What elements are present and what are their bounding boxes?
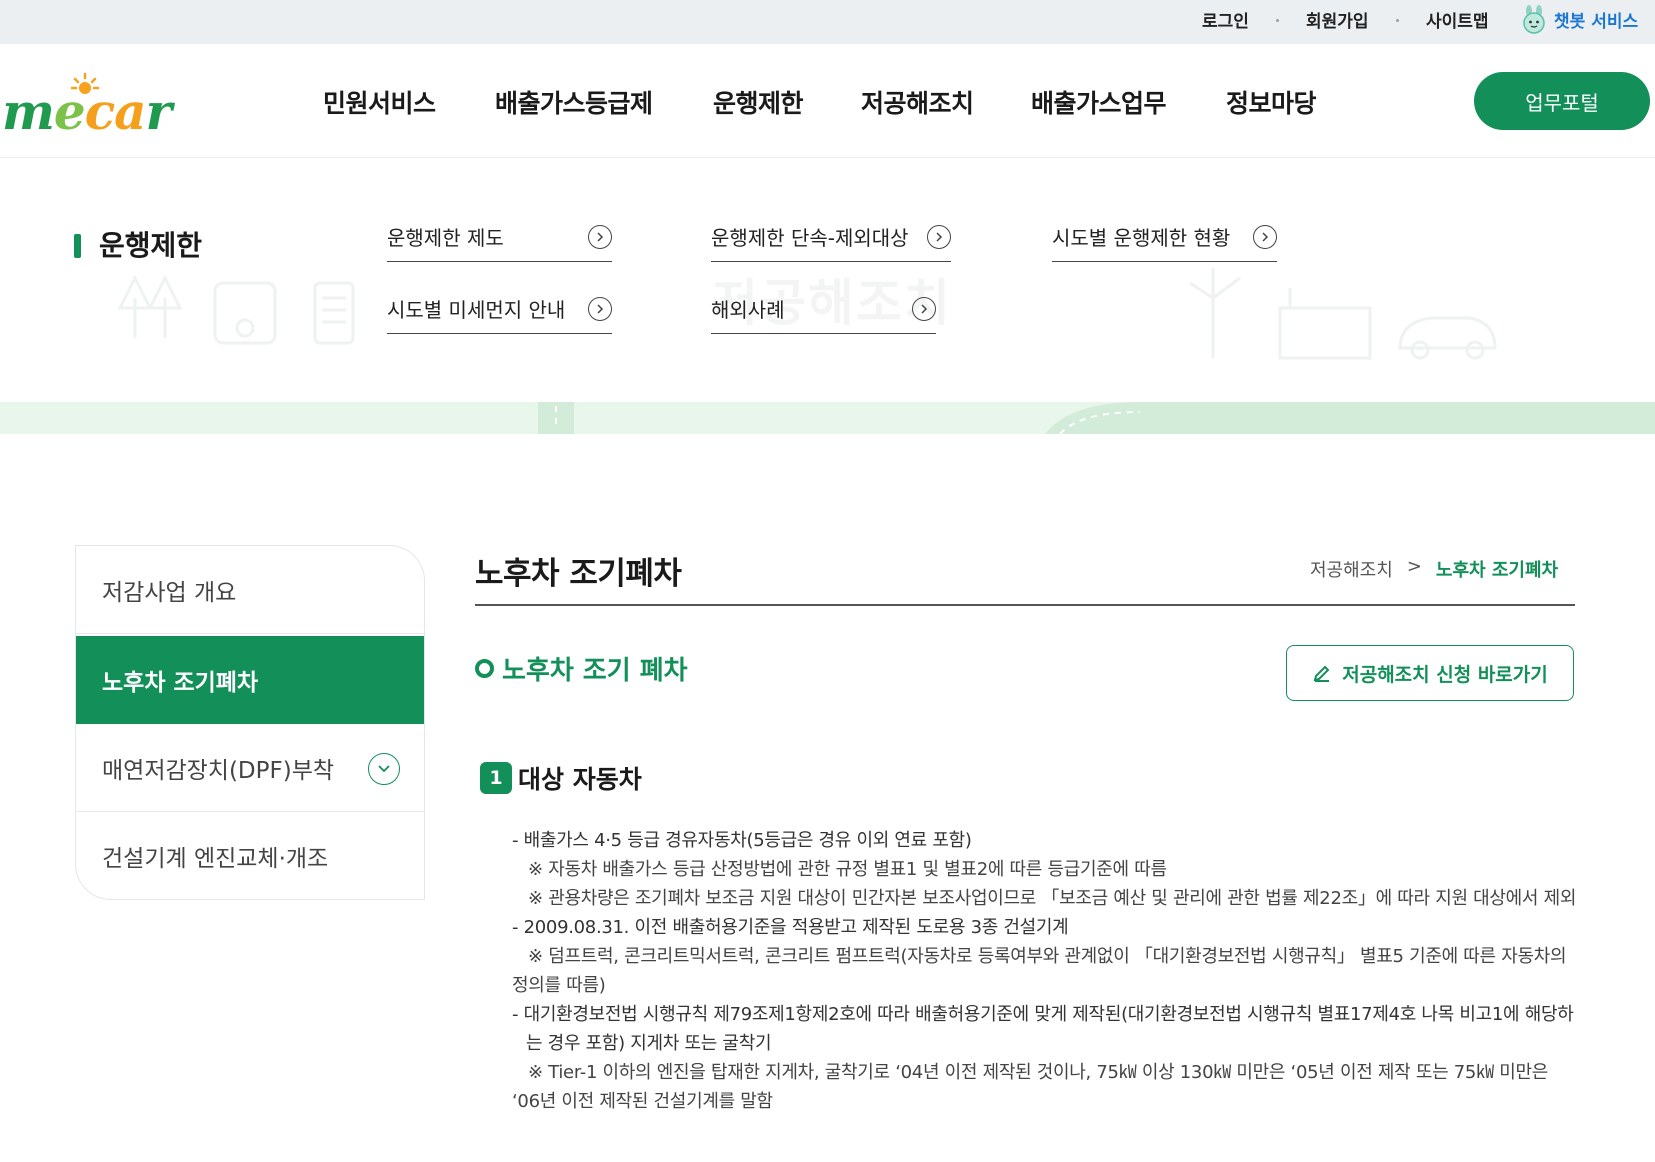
breadcrumb: 저공해조치 > 노후차 조기폐차 [1310, 556, 1558, 582]
mega-link-label: 시도별 운행제한 현황 [1052, 226, 1231, 250]
chevron-right-icon [927, 224, 951, 249]
nav-emission-grade[interactable]: 배출가스등급제 [495, 84, 653, 120]
login-link[interactable]: 로그인 [1202, 7, 1249, 32]
section-title: 노후차 조기 폐차 [502, 656, 688, 686]
nav-info[interactable]: 정보마당 [1226, 84, 1317, 120]
logo-wordmark: mecar [2, 82, 172, 141]
utility-bar: 로그인 회원가입 사이트맵 챗봇 서비스 [0, 0, 1655, 44]
mega-link-enforcement-exemption[interactable]: 운행제한 단속-제외대상 [711, 212, 951, 262]
mega-link-label: 운행제한 단속-제외대상 [711, 226, 909, 250]
target-vehicle-description: - 배출가스 4·5 등급 경유자동차(5등급은 경유 이외 연료 포함) ※ … [512, 826, 1580, 1116]
side-item-engine-replacement[interactable]: 건설기계 엔진교체·개조 [76, 812, 424, 899]
chevron-down-icon[interactable] [368, 753, 400, 785]
chatbot-label: 챗봇 서비스 [1554, 11, 1639, 32]
section-heading: 노후차 조기 폐차 [475, 650, 688, 687]
pencil-icon [1313, 665, 1330, 682]
main-header: mecar 민원서비스 배출가스등급제 운행제한 저공해조치 배출가스업무 정보… [0, 44, 1655, 158]
mega-link-restriction-system[interactable]: 운행제한 제도 [387, 212, 612, 262]
apply-button-label: 저공해조치 신청 바로가기 [1342, 663, 1548, 686]
mega-link-regional-dust[interactable]: 시도별 미세먼지 안내 [387, 284, 612, 334]
mega-link-overseas-cases[interactable]: 해외사례 [711, 284, 936, 334]
page-title: 노후차 조기폐차 [475, 556, 682, 592]
mega-title: 운행제한 [99, 229, 203, 262]
chevron-right-icon [588, 224, 612, 249]
site-logo[interactable]: mecar [0, 72, 190, 141]
chevron-right-icon [912, 296, 936, 321]
mega-link-regional-status[interactable]: 시도별 운행제한 현황 [1052, 212, 1277, 262]
mega-link-label: 시도별 미세먼지 안내 [387, 298, 566, 322]
apply-low-emission-button[interactable]: 저공해조치 신청 바로가기 [1286, 645, 1574, 701]
breadcrumb-separator: > [1406, 556, 1422, 577]
side-item-early-scrapping[interactable]: 노후차 조기폐차 [76, 636, 424, 724]
mega-link-label: 해외사례 [711, 298, 785, 322]
text-line: ※ 자동차 배출가스 등급 산정방법에 관한 규정 별표1 및 별표2에 따른 … [528, 859, 1167, 880]
util-divider [1276, 19, 1279, 22]
road-decoration-icon [538, 402, 1655, 434]
text-line: ※ 관용차량은 조기폐차 보조금 지원 대상이 민간자본 보조사업이므로 「보조… [528, 888, 1577, 909]
subsection-title: 대상 자동차 [518, 765, 642, 794]
nav-driving-restriction[interactable]: 운행제한 [713, 84, 804, 120]
text-line: ※ 덤프트럭, 콘크리트믹서트럭, 콘크리트 펌프트럭(자동차로 등록여부와 관… [512, 946, 1567, 996]
text-line: - 대기환경보전법 시행규칙 제79조제1항제2호에 따라 배출허용기준에 맞게… [512, 1004, 1574, 1054]
decorative-green-strip [0, 402, 1655, 434]
ring-bullet-icon [475, 659, 494, 678]
nav-emission-work[interactable]: 배출가스업무 [1031, 84, 1167, 120]
mega-link-label: 운행제한 제도 [387, 226, 504, 250]
breadcrumb-current: 노후차 조기폐차 [1435, 560, 1559, 581]
chevron-right-icon [1253, 224, 1277, 249]
title-divider [475, 604, 1575, 606]
sitemap-link[interactable]: 사이트맵 [1426, 7, 1489, 32]
side-item-overview[interactable]: 저감사업 개요 [76, 546, 424, 634]
side-menu: 저감사업 개요 노후차 조기폐차 매연저감장치(DPF)부착 건설기계 엔진교체… [75, 545, 425, 900]
text-line: ※ Tier-1 이하의 엔진을 탑재한 지게차, 굴착기로 ‘04년 이전 제… [512, 1062, 1548, 1112]
nav-low-emission[interactable]: 저공해조치 [861, 84, 974, 120]
chatbot-rabbit-icon [1520, 4, 1548, 34]
chevron-right-icon [588, 296, 612, 321]
mega-menu-dropdown: 저공해조치 운행제한 운행제한 제도 운행제한 단속-제외대상 시도별 운행제한… [0, 158, 1655, 402]
chatbot-link[interactable]: 챗봇 서비스 [1520, 4, 1638, 34]
signup-link[interactable]: 회원가입 [1306, 7, 1369, 32]
nav-civil-service[interactable]: 민원서비스 [323, 84, 436, 120]
side-item-label: 매연저감장치(DPF)부착 [102, 757, 335, 784]
number-badge: 1 [480, 762, 512, 794]
util-divider [1396, 19, 1399, 22]
breadcrumb-parent[interactable]: 저공해조치 [1310, 556, 1393, 582]
text-line: - 2009.08.31. 이전 배출허용기준을 적용받고 제작된 도로용 3종… [512, 917, 1069, 938]
text-line: - 배출가스 4·5 등급 경유자동차(5등급은 경유 이외 연료 포함) [512, 830, 972, 851]
mega-title-accent [74, 234, 81, 258]
business-portal-button[interactable]: 업무포털 [1474, 72, 1650, 130]
subsection-heading: 1 대상 자동차 [480, 760, 642, 796]
side-item-dpf[interactable]: 매연저감장치(DPF)부착 [76, 724, 424, 812]
